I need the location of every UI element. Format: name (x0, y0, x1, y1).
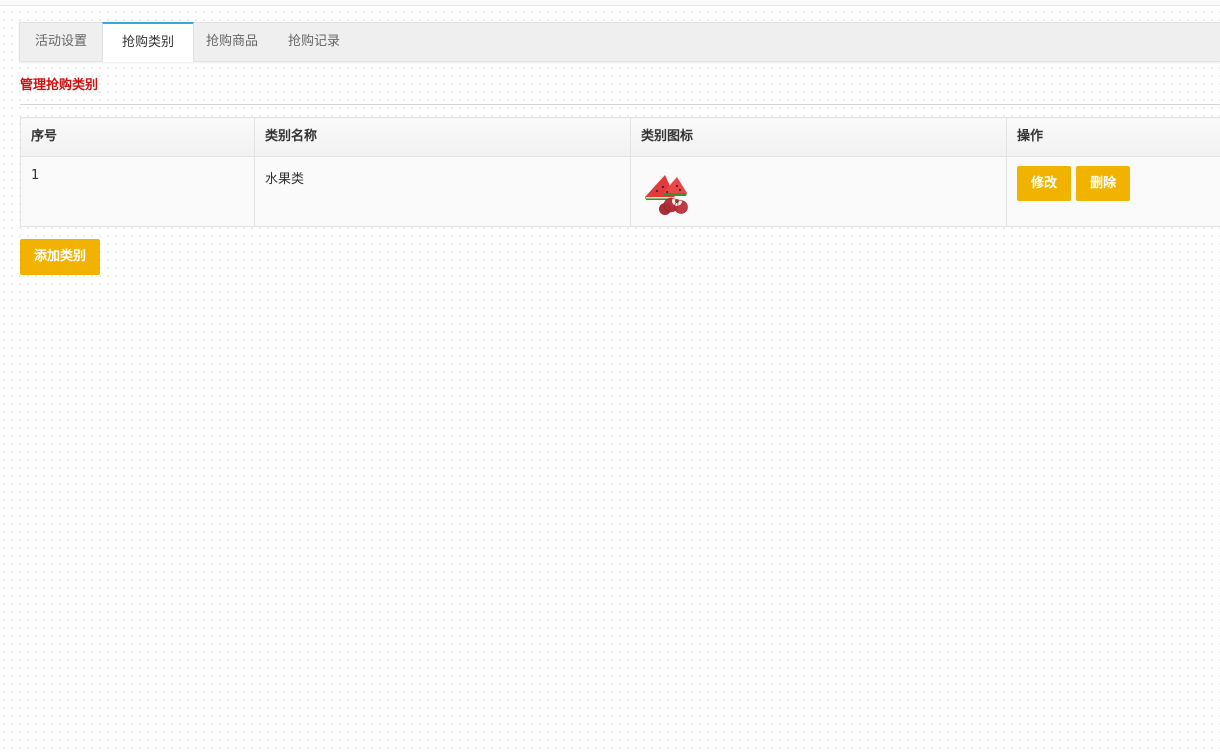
divider (20, 104, 1220, 105)
cell-category-name: 水果类 (254, 156, 631, 227)
tab-flash-sale-products[interactable]: 抢购商品 (194, 22, 270, 62)
category-table: 序号 类别名称 类别图标 操作 1 水果类 修改 删除 (20, 117, 1220, 227)
delete-button[interactable]: 删除 (1076, 166, 1131, 201)
tab-activity-settings[interactable]: 活动设置 (20, 22, 102, 62)
header-number: 序号 (20, 117, 255, 157)
header-actions: 操作 (1006, 117, 1220, 157)
header-category-icon: 类别图标 (630, 117, 1007, 157)
table-row: 1 水果类 修改 删除 (20, 156, 1220, 227)
watermelon-lychee-image (645, 175, 688, 215)
tab-flash-sale-records[interactable]: 抢购记录 (276, 22, 352, 62)
tab-bar: 活动设置 抢购类别 抢购商品 抢购记录 (19, 22, 1220, 62)
tab-flash-sale-category[interactable]: 抢购类别 (102, 22, 194, 62)
header-category-name: 类别名称 (254, 117, 631, 157)
cell-actions: 修改 删除 (1006, 156, 1220, 227)
cell-category-icon (630, 156, 1007, 227)
page-title: 管理抢购类别 (20, 78, 99, 93)
top-strip (0, 0, 1220, 6)
cell-number: 1 (20, 156, 255, 227)
add-category-button[interactable]: 添加类别 (20, 239, 101, 275)
edit-button[interactable]: 修改 (1017, 166, 1072, 201)
table-header-row: 序号 类别名称 类别图标 操作 (20, 117, 1220, 157)
